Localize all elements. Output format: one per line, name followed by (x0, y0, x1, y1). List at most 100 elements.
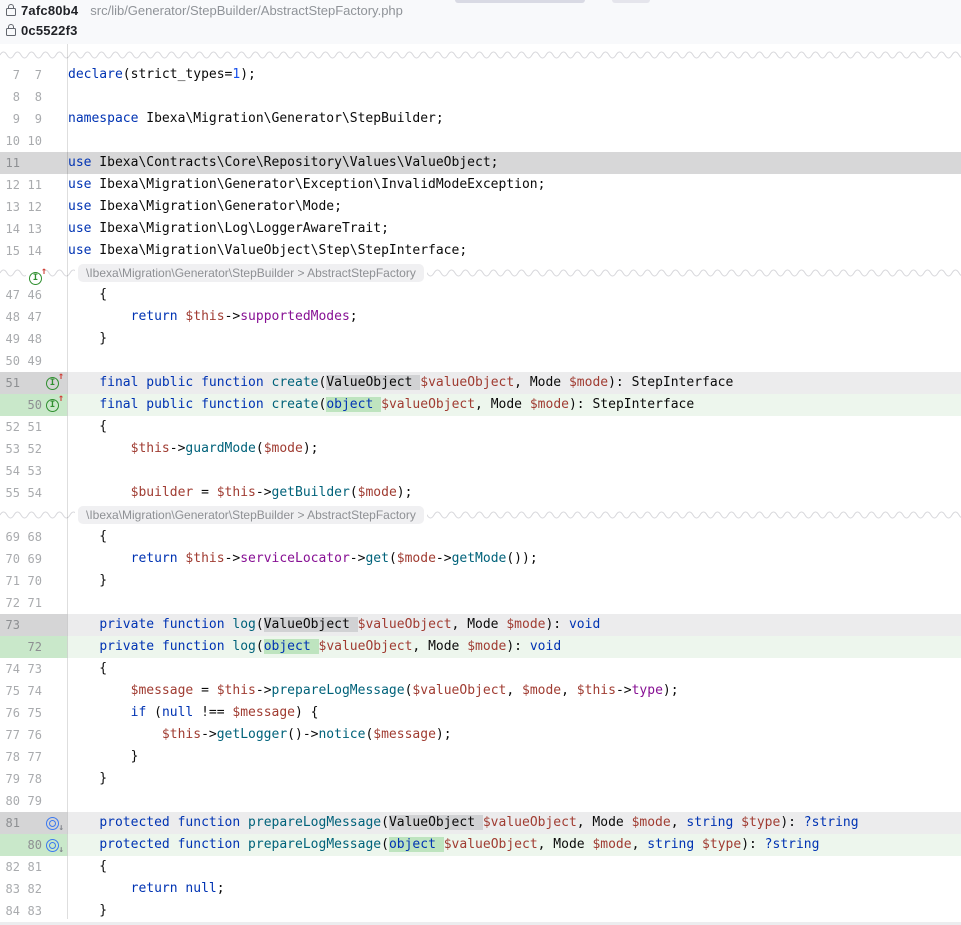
fold-breadcrumb[interactable]: \Ibexa\Migration\Generator\StepBuilder >… (78, 264, 424, 282)
gutter: 7271 (0, 592, 67, 614)
new-line-number: 46 (22, 284, 42, 306)
code-line[interactable]: final public function create(object $val… (67, 394, 961, 416)
code-token: $this (217, 683, 256, 698)
code-token: getLogger (217, 727, 287, 742)
old-line-number: 10 (0, 130, 20, 152)
diff-line-context: 4847 return $this->supportedModes; (0, 306, 961, 328)
code-line[interactable]: } (67, 570, 961, 592)
code-token: } (68, 903, 107, 918)
code-token: , Mode (412, 639, 467, 654)
old-line-number: 47 (0, 284, 20, 306)
code-line[interactable]: } (67, 768, 961, 790)
code-token: , Mode (514, 375, 569, 390)
gutter: 11 (0, 152, 67, 174)
code-line[interactable]: use Ibexa\Contracts\Core\Repository\Valu… (67, 152, 961, 174)
code-line[interactable]: private function log(ValueObject $valueO… (67, 614, 961, 636)
diff-line-deleted: 11use Ibexa\Contracts\Core\Repository\Va… (0, 152, 961, 174)
code-token: return (131, 309, 178, 324)
code-line[interactable]: declare(strict_types=1); (67, 64, 961, 86)
code-token: -> (256, 485, 272, 500)
gutter-icon-slot (42, 438, 65, 460)
code-line[interactable] (67, 350, 961, 372)
code-token: use (68, 221, 91, 236)
code-token: , (632, 837, 648, 852)
implements-arrow-up-icon[interactable]: I↑ (46, 377, 59, 390)
code-token: $mode (569, 375, 608, 390)
code-line[interactable] (67, 460, 961, 482)
implements-arrow-up-icon[interactable]: I↑ (46, 399, 59, 412)
code-line[interactable]: if (null !== $message) { (67, 702, 961, 724)
code-token: function (178, 837, 241, 852)
old-line-number: 75 (0, 680, 20, 702)
code-line[interactable]: use Ibexa\Migration\Generator\Exception\… (67, 174, 961, 196)
gutter-icon-slot (42, 284, 65, 306)
overridden-arrow-down-icon[interactable]: ↓ (46, 839, 59, 852)
code-token: $this (217, 485, 256, 500)
code-line[interactable]: { (67, 284, 961, 306)
code-line[interactable]: } (67, 746, 961, 768)
new-line-number: 9 (22, 108, 42, 130)
code-line[interactable]: { (67, 856, 961, 878)
gutter: 7675 (0, 702, 67, 724)
gutter-icon-slot (42, 196, 65, 218)
code-line[interactable] (67, 86, 961, 108)
old-line-number: 15 (0, 240, 20, 262)
diff-line-context: 7170 } (0, 570, 961, 592)
code-token: $this (185, 551, 224, 566)
gutter-icon-slot (42, 218, 65, 240)
code-line[interactable]: use Ibexa\Migration\ValueObject\Step\Ste… (67, 240, 961, 262)
code-line[interactable]: final public function create(ValueObject… (67, 372, 961, 394)
gutter-icon-slot (42, 702, 65, 724)
code-line[interactable]: protected function prepareLogMessage(Val… (67, 812, 961, 834)
code-token: function (201, 397, 264, 412)
code-token: { (68, 859, 107, 874)
code-line[interactable]: namespace Ibexa\Migration\Generator\Step… (67, 108, 961, 130)
code-token: $valueObject (420, 375, 514, 390)
diff-line-context: 7574 $message = $this->prepareLogMessage… (0, 680, 961, 702)
code-line[interactable]: $this->getLogger()->notice($message); (67, 724, 961, 746)
code-line[interactable]: { (67, 526, 961, 548)
code-token: use (68, 243, 91, 258)
code-line[interactable]: } (67, 900, 961, 922)
diff-line-context: 5352 $this->guardMode($mode); (0, 438, 961, 460)
code-line[interactable]: $message = $this->prepareLogMessage($val… (67, 680, 961, 702)
code-line[interactable] (67, 790, 961, 812)
code-token: $valueObject (358, 617, 452, 632)
code-line[interactable]: protected function prepareLogMessage(obj… (67, 834, 961, 856)
overridden-arrow-down-icon[interactable]: ↓ (46, 817, 59, 830)
code-line[interactable]: use Ibexa\Migration\Log\LoggerAwareTrait… (67, 218, 961, 240)
diff-line-context: 7069 return $this->serviceLocator->get($… (0, 548, 961, 570)
code-line[interactable]: } (67, 328, 961, 350)
code-token: ()-> (287, 727, 318, 742)
code-line[interactable]: $this->guardMode($mode); (67, 438, 961, 460)
old-line-number: 49 (0, 328, 20, 350)
code-token: log (232, 617, 255, 632)
diff-line-context: 7473 { (0, 658, 961, 680)
gutter-icon-slot: ↓ (42, 812, 65, 834)
code-line[interactable] (67, 130, 961, 152)
fold-breadcrumb[interactable]: \Ibexa\Migration\Generator\StepBuilder >… (78, 506, 424, 524)
code-line[interactable] (67, 592, 961, 614)
code-line[interactable]: return $this->serviceLocator->get($mode-… (67, 548, 961, 570)
code-token: string (686, 815, 733, 830)
code-line[interactable]: return null; (67, 878, 961, 900)
gutter-icon-slot (42, 306, 65, 328)
code-line[interactable]: private function log(object $valueObject… (67, 636, 961, 658)
code-line[interactable]: $builder = $this->getBuilder($mode); (67, 482, 961, 504)
code-line[interactable]: use Ibexa\Migration\Generator\Mode; (67, 196, 961, 218)
diff-line-deleted: 51I↑ final public function create(ValueO… (0, 372, 961, 394)
gutter: 5352 (0, 438, 67, 460)
code-line[interactable]: { (67, 658, 961, 680)
code-token (68, 815, 99, 830)
code-token: type (632, 683, 663, 698)
implements-arrow-up-icon[interactable]: I↑ (29, 272, 42, 285)
code-token (694, 837, 702, 852)
diff-line-context: 8382 return null; (0, 878, 961, 900)
code-token: private (99, 617, 154, 632)
code-token: ): (506, 639, 529, 654)
code-line[interactable]: { (67, 416, 961, 438)
code-line[interactable]: return $this->supportedModes; (67, 306, 961, 328)
code-token: get (365, 551, 388, 566)
code-token: -> (256, 683, 272, 698)
gutter: 5453 (0, 460, 67, 482)
